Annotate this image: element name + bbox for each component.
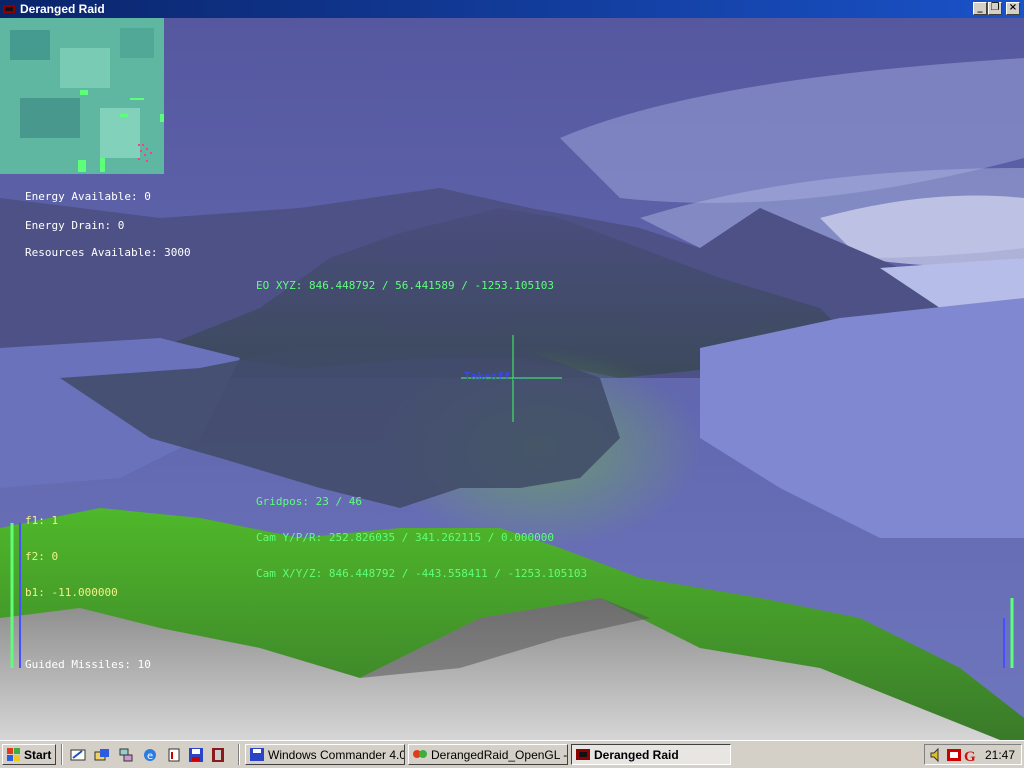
taskbar: Start e Windows Commander 4.01... Derang…: [0, 740, 1024, 768]
b1-text: b1: -11.000000: [25, 586, 118, 599]
minimap[interactable]: [0, 18, 164, 174]
task-derangedraid-opengl[interactable]: DerangedRaid_OpenGL - ...: [408, 744, 568, 765]
f1-text: f1: 1: [25, 514, 59, 527]
task-windows-commander[interactable]: Windows Commander 4.01...: [245, 744, 405, 765]
svg-text:G: G: [964, 749, 976, 763]
save-icon[interactable]: [188, 747, 204, 763]
game-icon: [576, 749, 590, 760]
window-title: Deranged Raid: [20, 2, 105, 16]
cam-xyz-text: Cam X/Y/Z: 846.448792 / -443.558411 / -1…: [256, 567, 588, 580]
task-label: Deranged Raid: [594, 748, 679, 762]
windows-logo-icon: [7, 748, 20, 761]
task-label: DerangedRaid_OpenGL - ...: [431, 748, 568, 762]
resources-available-text: Resources Available: 3000: [25, 246, 191, 259]
taskbar-separator: [61, 744, 63, 765]
window-title-bar[interactable]: Deranged Raid _ ❐ ×: [0, 0, 1024, 18]
explorer-icon[interactable]: [94, 747, 110, 763]
takeoff-text: Takeoff...: [464, 370, 531, 383]
speaker-icon[interactable]: [929, 747, 945, 763]
g-icon[interactable]: G: [963, 747, 979, 763]
floppy-icon: [250, 748, 264, 761]
ftp-icon[interactable]: [166, 747, 182, 763]
clock: 21:47: [984, 748, 1015, 762]
desktop-icon[interactable]: [70, 747, 86, 763]
internet-explorer-icon[interactable]: e: [142, 747, 158, 763]
taskbar-separator: [238, 744, 240, 765]
system-tray: G 21:47: [924, 744, 1022, 765]
network-icon[interactable]: [118, 747, 134, 763]
task-label: Windows Commander 4.01...: [268, 748, 405, 762]
media-icon[interactable]: [210, 747, 226, 763]
svg-text:e: e: [147, 751, 153, 762]
start-label: Start: [24, 748, 52, 762]
minimize-button[interactable]: _: [973, 2, 987, 15]
gridpos-text: Gridpos: 23 / 46: [256, 495, 362, 508]
restore-button[interactable]: ❐: [988, 2, 1002, 15]
eo-xyz-text: EO XYZ: 846.448792 / 56.441589 / -1253.1…: [256, 279, 555, 292]
cam-ypr-text: Cam Y/P/R: 252.826035 / 341.262115 / 0.0…: [256, 531, 555, 544]
app-icon: [3, 5, 15, 13]
energy-available-text: Energy Available: 0: [25, 190, 151, 203]
energy-drain-text: Energy Drain: 0: [25, 219, 125, 232]
f2-text: f2: 0: [25, 550, 59, 563]
guided-missiles-text: Guided Missiles: 10: [25, 658, 151, 671]
paint-icon: [413, 750, 427, 758]
tray-app-icon[interactable]: [946, 747, 962, 763]
game-viewport[interactable]: Energy Available: 0 Energy Drain: 0 Reso…: [0, 18, 1024, 740]
close-button[interactable]: ×: [1006, 2, 1020, 15]
start-button[interactable]: Start: [2, 744, 56, 765]
task-deranged-raid[interactable]: Deranged Raid: [571, 744, 731, 765]
